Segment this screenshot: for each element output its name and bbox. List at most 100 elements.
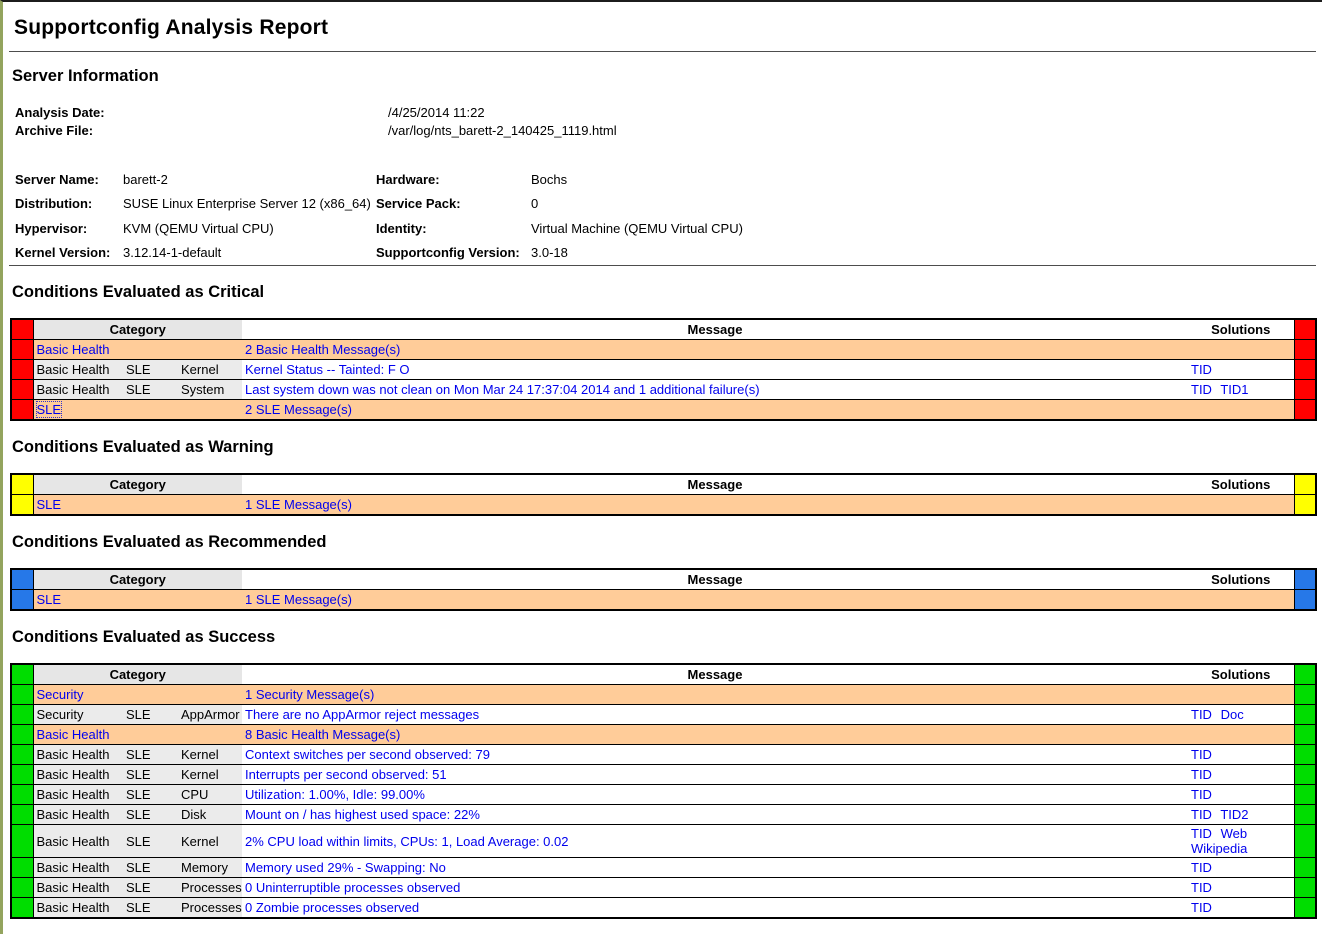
category-group-link[interactable]: SLE [37,592,62,607]
severity-strip-success [11,785,33,805]
condition-row: Basic HealthSLEDiskMount on / has highes… [11,805,1316,825]
group-solutions-cell [1188,685,1294,705]
analysis-date-value: /4/25/2014 11:22 [388,105,485,120]
solution-link[interactable]: TID1 [1220,382,1248,397]
category-cell: Basic Health [33,898,123,919]
solution-link[interactable]: TID [1191,707,1212,722]
solution-link[interactable]: TID [1191,787,1212,802]
group-message-link[interactable]: 1 Security Message(s) [245,687,374,702]
message-link[interactable]: Last system down was not clean on Mon Ma… [245,382,760,397]
solution-link[interactable]: TID [1191,807,1212,822]
category-group-link[interactable]: Basic Health [37,342,110,357]
condition-row: Basic HealthSLEMemoryMemory used 29% - S… [11,858,1316,878]
category-column-header: Category [33,569,242,590]
severity-strip-success [11,765,33,785]
group-message-link[interactable]: 2 Basic Health Message(s) [245,342,400,357]
condition-row: SecuritySLEAppArmorThere are no AppArmor… [11,705,1316,725]
distro-cell: SLE [123,745,178,765]
message-link[interactable]: 2% CPU load within limits, CPUs: 1, Load… [245,834,568,849]
message-link[interactable]: 0 Uninterruptible processes observed [245,880,460,895]
server-details-table: Server Name: barett-2 Hardware: Bochs Di… [15,167,743,265]
message-link[interactable]: Utilization: 1.00%, Idle: 99.00% [245,787,425,802]
distro-cell: SLE [123,825,178,858]
category-cell: Basic Health [33,745,123,765]
message-cell: Kernel Status -- Tainted: F O [242,360,1188,380]
severity-strip-critical [1294,400,1316,421]
solutions-cell: TID TID2 [1188,805,1294,825]
category-group-row: Security 1 Security Message(s) [11,685,1316,705]
severity-strip-success [1294,705,1316,725]
message-link[interactable]: Memory used 29% - Swapping: No [245,860,446,875]
group-category-cell: Basic Health [33,340,242,360]
hypervisor-label: Hypervisor: [15,216,123,241]
solution-link[interactable]: TID [1191,826,1212,841]
solution-link[interactable]: TID [1191,880,1212,895]
category-group-link[interactable]: Security [37,687,84,702]
distro-cell: SLE [123,898,178,919]
solutions-column-header: Solutions [1188,664,1294,685]
component-cell: AppArmor [178,705,242,725]
message-cell: Interrupts per second observed: 51 [242,765,1188,785]
message-cell: Utilization: 1.00%, Idle: 99.00% [242,785,1188,805]
severity-strip-success [1294,725,1316,745]
group-solutions-cell [1188,495,1294,516]
solution-link[interactable]: TID2 [1220,807,1248,822]
message-cell: There are no AppArmor reject messages [242,705,1188,725]
message-link[interactable]: 0 Zombie processes observed [245,900,419,915]
condition-row: Basic HealthSLEKernelInterrupts per seco… [11,765,1316,785]
severity-strip-warning [11,495,33,516]
solution-link[interactable]: TID [1191,860,1212,875]
solution-link[interactable]: TID [1191,900,1212,915]
message-link[interactable]: There are no AppArmor reject messages [245,707,479,722]
conditions-table-critical: CategoryMessageSolutionsBasic Health2 Ba… [10,318,1317,421]
conditions-sections: Conditions Evaluated as CriticalCategory… [9,283,1316,919]
severity-strip-success [11,898,33,919]
message-link[interactable]: Context switches per second observed: 79 [245,747,490,762]
severity-strip-success [1294,805,1316,825]
group-solutions-cell [1188,590,1294,611]
component-cell: Memory [178,858,242,878]
solutions-column-header: Solutions [1188,569,1294,590]
solution-link[interactable]: Web [1221,826,1248,841]
supportconfig-version-label: Supportconfig Version: [376,241,531,266]
server-name-value: barett-2 [123,167,376,192]
severity-strip-success [11,705,33,725]
message-link[interactable]: Interrupts per second observed: 51 [245,767,447,782]
page-title: Supportconfig Analysis Report [14,16,1316,40]
distribution-value: SUSE Linux Enterprise Server 12 (x86_64) [123,192,376,217]
group-message-cell: 2 Basic Health Message(s) [242,340,1188,360]
solution-link[interactable]: Doc [1221,707,1244,722]
solutions-cell: TID [1188,745,1294,765]
solution-link[interactable]: TID [1191,382,1212,397]
category-group-link[interactable]: SLE [37,497,62,512]
solutions-cell: TID [1188,858,1294,878]
category-group-link[interactable]: Basic Health [37,727,110,742]
message-link[interactable]: Kernel Status -- Tainted: F O [245,362,410,377]
server-info-heading: Server Information [12,67,1316,86]
group-message-link[interactable]: 2 SLE Message(s) [245,402,352,417]
group-message-link[interactable]: 8 Basic Health Message(s) [245,727,400,742]
section-heading-recommended: Conditions Evaluated as Recommended [12,533,1316,552]
group-message-link[interactable]: 1 SLE Message(s) [245,592,352,607]
kernel-version-label: Kernel Version: [15,241,123,266]
group-message-link[interactable]: 1 SLE Message(s) [245,497,352,512]
message-column-header: Message [242,569,1188,590]
severity-strip-success [11,825,33,858]
severity-strip-success [1294,664,1316,685]
server-info-divider [9,265,1316,266]
severity-strip-critical [1294,319,1316,340]
severity-strip-success [11,805,33,825]
message-link[interactable]: Mount on / has highest used space: 22% [245,807,480,822]
category-cell: Basic Health [33,825,123,858]
category-group-link[interactable]: SLE [37,402,62,417]
solution-link[interactable]: TID [1191,767,1212,782]
component-cell: Kernel [178,360,242,380]
solution-link[interactable]: Wikipedia [1191,841,1247,856]
severity-strip-success [1294,785,1316,805]
solution-link[interactable]: TID [1191,362,1212,377]
component-cell: Kernel [178,765,242,785]
component-cell: CPU [178,785,242,805]
solution-link[interactable]: TID [1191,747,1212,762]
server-details-row: Distribution: SUSE Linux Enterprise Serv… [15,192,743,217]
message-column-header: Message [242,319,1188,340]
